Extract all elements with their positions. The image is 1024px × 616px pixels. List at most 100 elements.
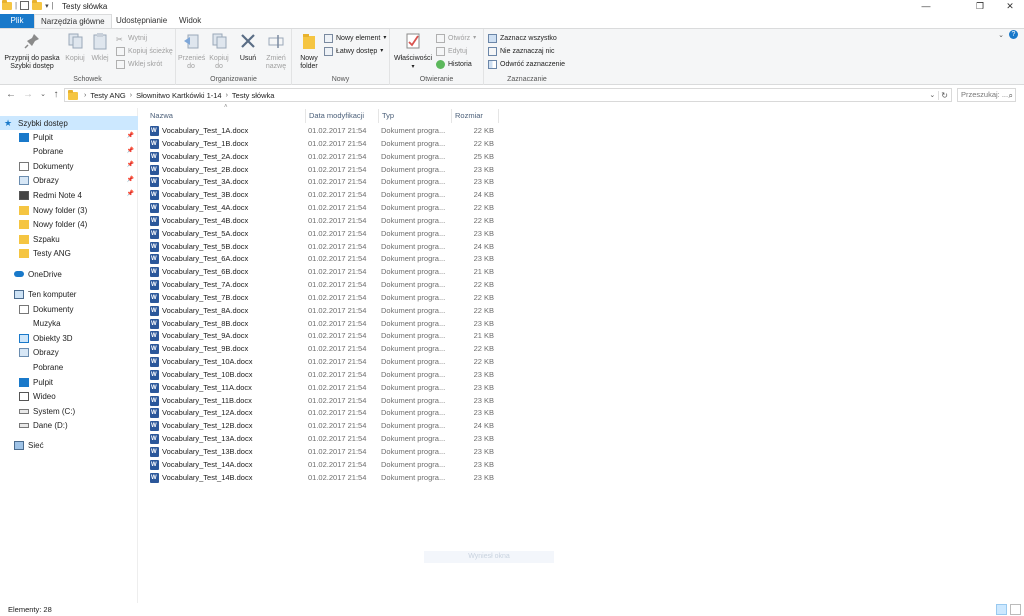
nav-item-pc-obrazy[interactable]: Obrazy — [0, 346, 138, 360]
nav-network[interactable]: Sieć — [0, 438, 138, 452]
file-row[interactable]: Vocabulary_Test_2A.docx 01.02.2017 21:54 D… — [148, 151, 500, 163]
file-row[interactable]: Vocabulary_Test_13A.docx 01.02.2017 21:54… — [148, 433, 500, 445]
help-icon[interactable]: ? — [1009, 30, 1018, 39]
copy-path-button[interactable]: Kopiuj ścieżkę — [116, 46, 173, 57]
file-row[interactable]: Vocabulary_Test_1B.docx 01.02.2017 21:54 D… — [148, 138, 500, 150]
file-row[interactable]: Vocabulary_Test_4A.docx 01.02.2017 21:54 D… — [148, 202, 500, 214]
nav-item-testy-ang[interactable]: Testy ANG — [0, 247, 138, 261]
easy-access-button[interactable]: Łatwy dostęp ▾ — [324, 46, 383, 57]
file-row[interactable]: Vocabulary_Test_13B.docx 01.02.2017 21:54… — [148, 446, 500, 458]
nav-item-obrazy[interactable]: Obrazy 📌 — [0, 174, 138, 188]
pin-quick-access-button[interactable]: Przypnij do paska Szybki dostęp — [3, 32, 61, 71]
file-row[interactable]: Vocabulary_Test_6B.docx 01.02.2017 21:54 D… — [148, 266, 500, 278]
nav-onedrive[interactable]: OneDrive — [0, 267, 138, 281]
chevron-down-icon[interactable]: ⌄ — [929, 91, 938, 99]
file-row[interactable]: Vocabulary_Test_8B.docx 01.02.2017 21:54 D… — [148, 318, 500, 330]
file-row[interactable]: Vocabulary_Test_12A.docx 01.02.2017 21:54… — [148, 407, 500, 419]
nav-item-pc-pulpit[interactable]: Pulpit — [0, 375, 138, 389]
copy-button[interactable]: Kopiuj — [63, 32, 87, 63]
back-button[interactable]: ← — [5, 89, 17, 101]
search-input[interactable]: Przeszukaj: ... ⌕ — [957, 88, 1016, 102]
file-row[interactable]: Vocabulary_Test_4B.docx 01.02.2017 21:54 D… — [148, 215, 500, 227]
nav-item-pc-obiekty-3d[interactable]: Obiekty 3D — [0, 331, 138, 345]
file-row[interactable]: Vocabulary_Test_9B.docx 01.02.2017 21:54 D… — [148, 343, 500, 355]
maximize-button[interactable]: ❐ — [966, 0, 994, 13]
file-row[interactable]: Vocabulary_Test_2B.docx 01.02.2017 21:54 D… — [148, 164, 500, 176]
nav-item-szpaku[interactable]: Szpaku — [0, 232, 138, 246]
nav-item-pobrane[interactable]: Pobrane 📌 — [0, 145, 138, 159]
nav-item-pc-wideo[interactable]: Wideo — [0, 390, 138, 404]
column-header-date[interactable]: Data modyfikacji — [305, 109, 379, 123]
file-row[interactable]: Vocabulary_Test_10A.docx 01.02.2017 21:54… — [148, 356, 500, 368]
file-row[interactable]: Vocabulary_Test_14B.docx 01.02.2017 21:54… — [148, 472, 500, 484]
nav-this-pc[interactable]: Ten komputer — [0, 287, 138, 301]
close-button[interactable]: ✕ — [996, 0, 1024, 13]
nav-item-pulpit[interactable]: Pulpit 📌 — [0, 130, 138, 144]
move-to-button[interactable]: Przenieś do — [178, 32, 205, 71]
file-row[interactable]: Vocabulary_Test_9A.docx 01.02.2017 21:54 D… — [148, 330, 500, 342]
address-bar[interactable]: › Testy ANG › Słownitwo Kartkówki 1-14 ›… — [64, 88, 952, 102]
column-header-name[interactable]: Nazwa — [146, 109, 306, 123]
file-row[interactable]: Vocabulary_Test_5B.docx 01.02.2017 21:54 D… — [148, 241, 500, 253]
refresh-icon[interactable]: ↻ — [938, 90, 951, 100]
file-row[interactable]: Vocabulary_Test_3B.docx 01.02.2017 21:54 D… — [148, 189, 500, 201]
nav-item-nowy-folder-3-[interactable]: Nowy folder (3) — [0, 203, 138, 217]
large-icons-view-button[interactable] — [1010, 604, 1021, 615]
details-view-button[interactable] — [996, 604, 1007, 615]
word-document-icon — [150, 254, 159, 265]
nav-item-dokumenty[interactable]: Dokumenty 📌 — [0, 159, 138, 173]
chevron-down-icon[interactable]: ⌄ — [998, 31, 1004, 39]
up-button[interactable]: ↑ — [50, 89, 62, 101]
file-row[interactable]: Vocabulary_Test_8A.docx 01.02.2017 21:54 D… — [148, 305, 500, 317]
history-button[interactable]: Historia — [436, 59, 472, 70]
file-row[interactable]: Vocabulary_Test_10B.docx 01.02.2017 21:54… — [148, 369, 500, 381]
rename-button[interactable]: Zmień nazwę — [262, 32, 290, 71]
tab-home[interactable]: Narzędzia główne — [34, 14, 112, 28]
invert-selection-button[interactable]: Odwróć zaznaczenie — [488, 59, 565, 70]
new-item-button[interactable]: Nowy element ▾ — [324, 33, 386, 44]
tab-share[interactable]: Udostępnianie — [110, 14, 173, 28]
chevron-down-icon[interactable]: ▾ — [45, 2, 49, 10]
minimize-button[interactable]: — — [912, 0, 940, 13]
nav-item-pc-dane-d-[interactable]: Dane (D:) — [0, 419, 138, 433]
nav-quick-access[interactable]: ★ Szybki dostęp — [0, 116, 138, 130]
cut-button[interactable]: ✂ Wytnij — [116, 33, 147, 44]
file-row[interactable]: Vocabulary_Test_6A.docx 01.02.2017 21:54 D… — [148, 253, 500, 265]
edit-button[interactable]: Edytuj — [436, 46, 467, 57]
file-row[interactable]: Vocabulary_Test_3A.docx 01.02.2017 21:54 D… — [148, 176, 500, 188]
select-none-button[interactable]: Nie zaznaczaj nic — [488, 46, 554, 57]
delete-button[interactable]: Usuń — [236, 32, 260, 63]
tab-file[interactable]: Plik — [0, 14, 34, 28]
file-row[interactable]: Vocabulary_Test_12B.docx 01.02.2017 21:54… — [148, 420, 500, 432]
open-button[interactable]: Otwórz ▾ — [436, 33, 476, 44]
breadcrumb-item[interactable]: Testy ANG — [86, 91, 129, 100]
nav-item-redmi-note-4[interactable]: Redmi Note 4 📌 — [0, 188, 138, 202]
properties-icon[interactable] — [20, 1, 30, 10]
new-folder-button[interactable]: Nowy folder — [296, 32, 322, 71]
recent-locations-button[interactable]: ⌄ — [37, 89, 49, 101]
file-row[interactable]: Vocabulary_Test_11A.docx 01.02.2017 21:54… — [148, 382, 500, 394]
copy-to-button[interactable]: Kopiuj do — [206, 32, 232, 71]
file-row[interactable]: Vocabulary_Test_5A.docx 01.02.2017 21:54 D… — [148, 228, 500, 240]
properties-button[interactable]: Właściwości ▾ — [394, 32, 432, 71]
select-all-button[interactable]: Zaznacz wszystko — [488, 33, 557, 44]
file-row[interactable]: Vocabulary_Test_7A.docx 01.02.2017 21:54 D… — [148, 279, 500, 291]
file-row[interactable]: Vocabulary_Test_14A.docx 01.02.2017 21:54… — [148, 459, 500, 471]
new-folder-icon[interactable] — [32, 0, 43, 10]
nav-item-pc-dokumenty[interactable]: Dokumenty — [0, 302, 138, 316]
file-row[interactable]: Vocabulary_Test_1A.docx 01.02.2017 21:54 D… — [148, 125, 500, 137]
paste-button[interactable]: Wklej — [88, 32, 112, 63]
file-row[interactable]: Vocabulary_Test_7B.docx 01.02.2017 21:54 D… — [148, 292, 500, 304]
nav-item-pc-pobrane[interactable]: Pobrane — [0, 360, 138, 374]
paste-shortcut-button[interactable]: Wklej skrót — [116, 59, 162, 70]
column-header-type[interactable]: Typ — [378, 109, 452, 123]
nav-item-pc-system-c-[interactable]: System (C:) — [0, 404, 138, 418]
tab-view[interactable]: Widok — [173, 14, 207, 28]
forward-button[interactable]: → — [22, 89, 34, 101]
file-row[interactable]: Vocabulary_Test_11B.docx 01.02.2017 21:54… — [148, 395, 500, 407]
breadcrumb-item[interactable]: Słownitwo Kartkówki 1-14 — [132, 91, 225, 100]
breadcrumb-item[interactable]: Testy słówka — [228, 91, 279, 100]
nav-item-pc-muzyka[interactable]: Muzyka — [0, 317, 138, 331]
column-header-size[interactable]: Rozmiar — [451, 109, 499, 123]
nav-item-nowy-folder-4-[interactable]: Nowy folder (4) — [0, 218, 138, 232]
